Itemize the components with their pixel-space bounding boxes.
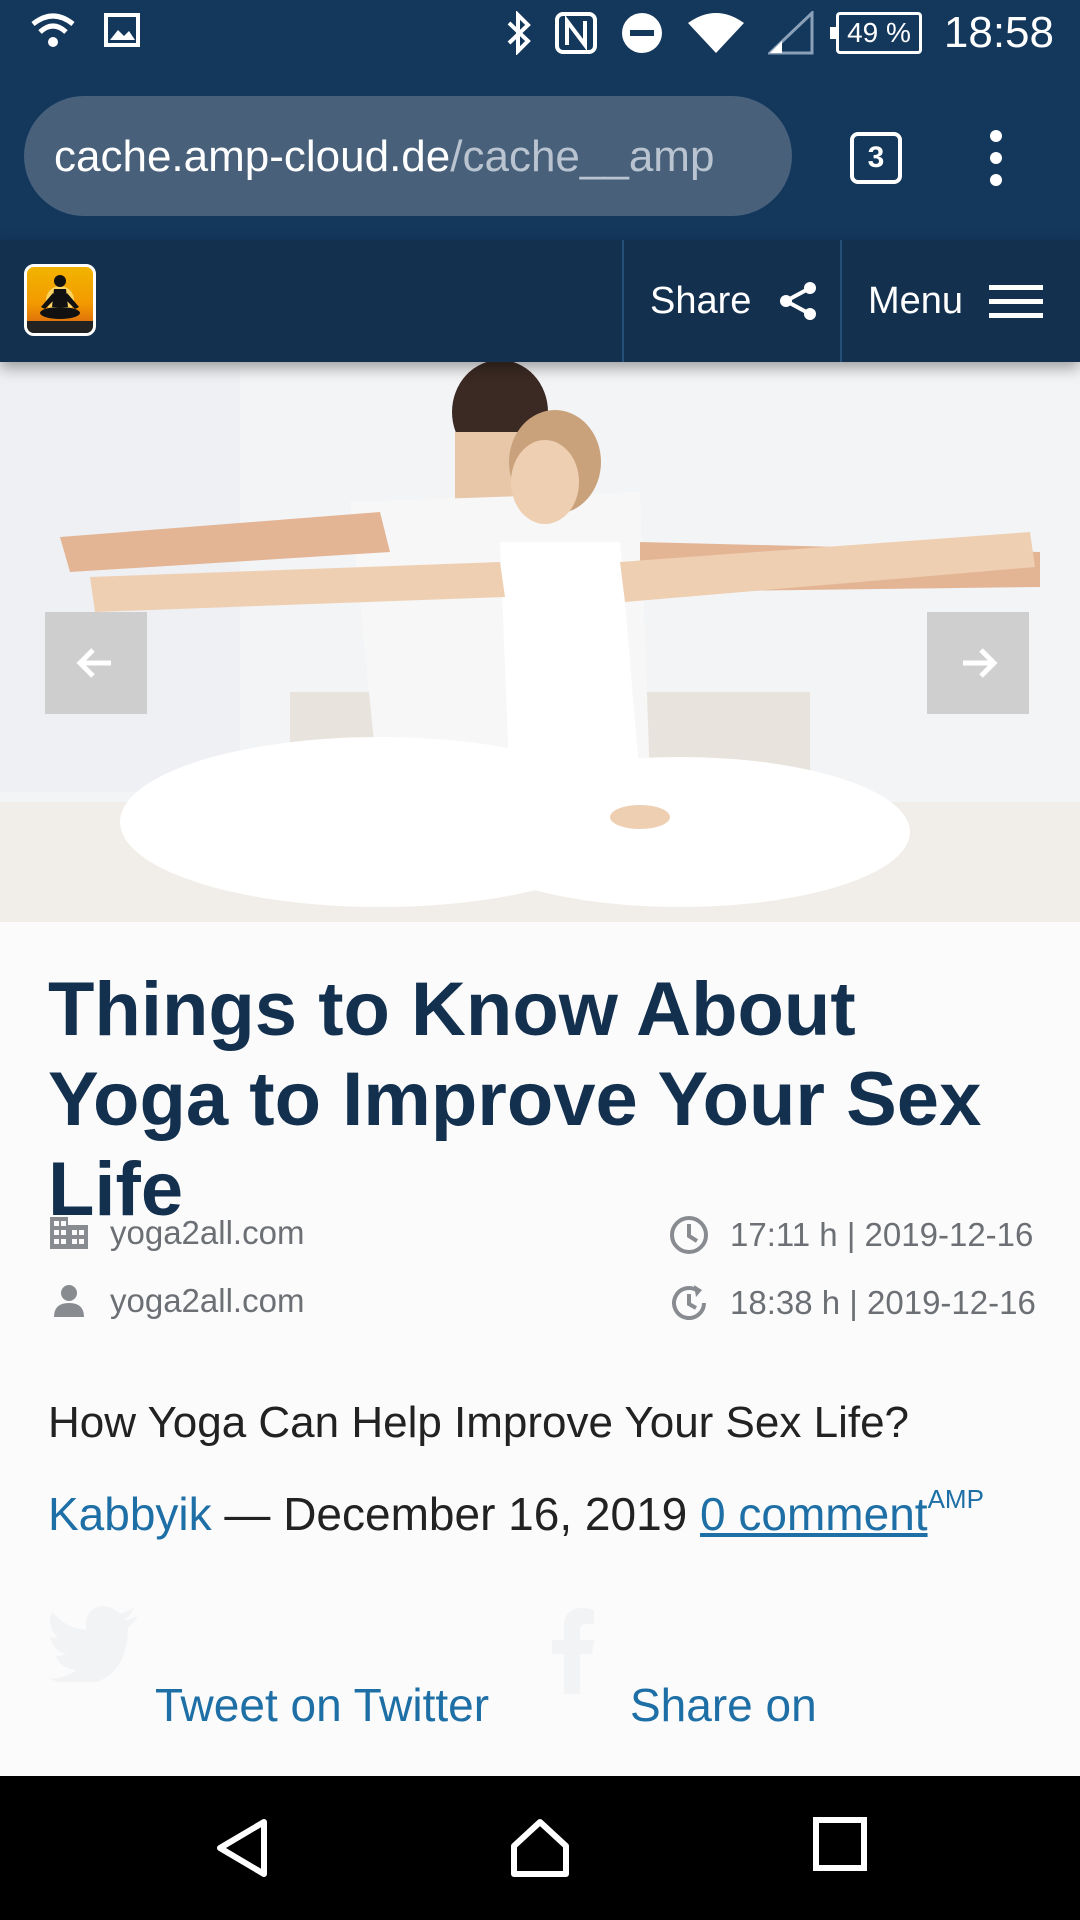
author-name: yoga2all.com: [110, 1282, 305, 1319]
hamburger-icon: [989, 276, 1044, 327]
building-icon: [50, 1217, 88, 1249]
home-icon[interactable]: [508, 1816, 572, 1880]
meta-updated: 18:38 h | 2019-12-16: [668, 1282, 1036, 1324]
browser-toolbar: cache.amp-cloud.de/cache__amp 3: [0, 72, 1080, 240]
status-bar: 49 % 18:58: [0, 0, 1080, 72]
address-bar[interactable]: cache.amp-cloud.de/cache__amp: [24, 96, 792, 216]
status-left-icons: [30, 12, 140, 48]
clock-icon: [670, 1216, 708, 1254]
meta-publisher: yoga2all.com: [48, 1214, 304, 1252]
bluetooth-icon: [507, 11, 531, 55]
facebook-icon: [552, 1608, 594, 1694]
arrow-left-icon: [76, 648, 111, 678]
url-text[interactable]: cache.amp-cloud.de/cache__amp: [54, 132, 764, 182]
meditation-figure-icon: [27, 275, 93, 333]
arrow-right-icon: [963, 648, 998, 678]
cell-signal-icon: [768, 11, 814, 55]
back-icon[interactable]: [212, 1816, 272, 1880]
article-byline: Kabbyik — December 16, 2019 0 commentAMP: [48, 1484, 984, 1541]
publisher-name: yoga2all.com: [110, 1214, 305, 1251]
byline-date: — December 16, 2019: [211, 1488, 701, 1540]
url-path: /cache__amp: [450, 132, 715, 181]
image-notification-icon: [104, 13, 140, 47]
nfc-icon: [555, 12, 598, 54]
status-right-icons: 49 % 18:58: [506, 8, 1054, 58]
status-time: 18:58: [943, 8, 1054, 57]
update-clock-icon: [672, 1285, 706, 1320]
byline-author-link[interactable]: Kabbyik: [48, 1488, 212, 1540]
share-on-facebook-link[interactable]: Share on: [630, 1678, 817, 1732]
hero-image-carousel: [0, 362, 1080, 922]
wifi-signal-icon: [688, 13, 745, 53]
menu-label: Menu: [868, 279, 964, 322]
twitter-icon: [48, 1606, 138, 1682]
meta-author: yoga2all.com: [48, 1282, 304, 1320]
screen: 49 % 18:58 cache.amp-cloud.de/cache__amp…: [0, 0, 1080, 1920]
site-logo[interactable]: [24, 264, 96, 336]
wifi-icon: [31, 13, 75, 47]
person-icon: [54, 1285, 84, 1317]
share-button[interactable]: Share: [622, 240, 840, 362]
url-host: cache.amp-cloud.de: [54, 132, 451, 181]
share-label: Share: [650, 279, 752, 322]
recent-apps-icon[interactable]: [812, 1816, 868, 1872]
tweet-on-twitter-link[interactable]: Tweet on Twitter: [155, 1678, 489, 1732]
do-not-disturb-icon: [622, 13, 663, 53]
article-lead: How Yoga Can Help Improve Your Sex Life?: [48, 1398, 910, 1447]
system-navigation-bar: [0, 1776, 1080, 1920]
carousel-next-button[interactable]: [927, 612, 1029, 714]
share-icon: [780, 282, 817, 320]
carousel-prev-button[interactable]: [45, 612, 147, 714]
overflow-menu-icon[interactable]: [986, 130, 1006, 186]
site-header: Share Menu: [0, 240, 1080, 362]
meta-published: 17:11 h | 2019-12-16: [668, 1214, 1033, 1256]
article-title: Things to Know About Yoga to Improve You…: [48, 967, 982, 1232]
updated-time: 18:38 h | 2019-12-16: [730, 1284, 1036, 1321]
tab-switcher-button[interactable]: 3: [850, 132, 902, 184]
published-time: 17:11 h | 2019-12-16: [730, 1216, 1034, 1253]
amp-badge: AMP: [927, 1484, 984, 1514]
battery-indicator: 49 %: [830, 12, 922, 54]
comments-link[interactable]: 0 comment: [700, 1488, 928, 1540]
menu-button[interactable]: Menu: [840, 240, 1080, 362]
yoga-couple-photo: [0, 362, 1080, 922]
